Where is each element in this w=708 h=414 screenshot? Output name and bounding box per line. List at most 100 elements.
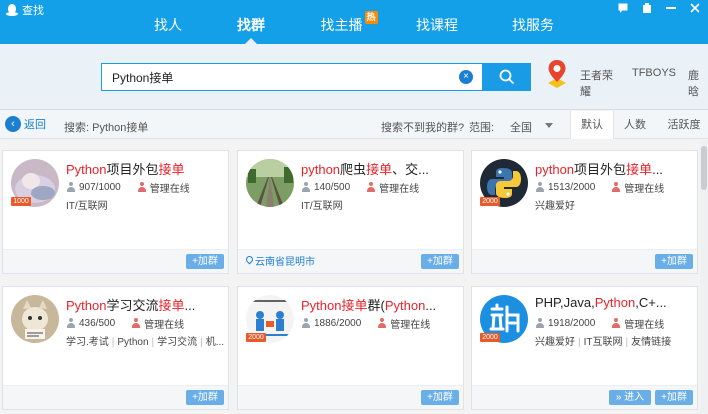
group-meta: 1886/2000 管理在线 bbox=[301, 316, 430, 331]
group-card[interactable]: 2000 Python接单群(Python... 1886/2000 管理在线 … bbox=[237, 286, 464, 410]
back-label: 返回 bbox=[24, 119, 46, 131]
group-tag[interactable]: 学习.考试 bbox=[66, 337, 109, 348]
group-tags: 兴趣爱好 bbox=[535, 197, 695, 212]
tab-find-streamers[interactable]: 找主播热 bbox=[318, 8, 380, 44]
group-meta: 1513/2000 管理在线 bbox=[535, 180, 665, 195]
search-button[interactable] bbox=[483, 63, 531, 91]
title-keyword-highlight: Python bbox=[594, 295, 636, 310]
group-location: 云南省昆明市 bbox=[246, 253, 315, 268]
search-icon bbox=[499, 69, 515, 85]
member-count: 140/500 bbox=[314, 181, 351, 193]
search-area: × 王者荣耀 TFBOYS 鹿晗 bbox=[0, 44, 708, 110]
title-keyword-highlight: 接单 bbox=[626, 162, 653, 177]
card-footer: +加群 bbox=[3, 249, 228, 273]
title-keyword-highlight: 接单 bbox=[366, 162, 393, 177]
group-meta: 140/500 管理在线 bbox=[301, 180, 419, 195]
not-found-link[interactable]: 搜索不到我的群? bbox=[381, 119, 464, 135]
admin-icon bbox=[611, 318, 621, 328]
map-pin-icon[interactable] bbox=[545, 59, 569, 89]
card-footer: » 进入 +加群 bbox=[472, 385, 697, 409]
filter-bar: ‹ 返回 搜索: Python接单 搜索不到我的群? 范围: 全国 默认 人数 … bbox=[0, 111, 708, 139]
tab-find-courses[interactable]: 找课程 bbox=[414, 8, 460, 44]
group-card[interactable]: 2000 python项目外包接单... 1513/2000 管理在线 兴趣爱好… bbox=[471, 150, 698, 274]
group-tag[interactable]: IT/互联网 bbox=[301, 201, 343, 212]
group-tag[interactable]: 学习交流 bbox=[157, 337, 197, 348]
group-tag[interactable]: IT互联网 bbox=[584, 337, 623, 348]
group-card[interactable]: Python学习交流接单... 436/500 管理在线 学习.考试 | Pytho… bbox=[2, 286, 229, 410]
back-arrow-icon: ‹ bbox=[5, 116, 21, 132]
sort-tab-members[interactable]: 人数 bbox=[615, 111, 655, 139]
title-keyword-highlight: Python bbox=[301, 298, 342, 313]
group-title[interactable]: Python接单群(Python... bbox=[301, 295, 459, 314]
admin-status: 管理在线 bbox=[624, 183, 665, 195]
group-tag[interactable]: Python bbox=[117, 337, 148, 348]
hot-word[interactable]: 鹿晗 bbox=[688, 67, 708, 99]
hot-badge: 热 bbox=[364, 11, 378, 24]
members-icon bbox=[535, 182, 545, 192]
search-input[interactable] bbox=[112, 64, 452, 90]
group-size-badge: 2000 bbox=[480, 197, 500, 206]
group-tag[interactable]: 机... bbox=[206, 337, 224, 348]
tab-find-groups[interactable]: 找群 bbox=[228, 8, 274, 44]
join-group-button[interactable]: +加群 bbox=[655, 254, 693, 269]
group-title[interactable]: Python项目外包接单 bbox=[66, 159, 224, 178]
group-size-badge: 1000 bbox=[11, 197, 31, 206]
title-text: ... bbox=[184, 298, 196, 313]
range-label: 范围: bbox=[469, 122, 495, 134]
enter-group-button[interactable]: » 进入 bbox=[609, 390, 651, 405]
group-card[interactable]: 2000 PHP,Java,Python,C+... 1918/2000 管理在… bbox=[471, 286, 698, 410]
card-footer: +加群 bbox=[238, 385, 463, 409]
sort-tab-activity[interactable]: 活跃度 bbox=[662, 111, 706, 139]
tab-find-services[interactable]: 找服务 bbox=[510, 8, 556, 44]
title-keyword-highlight: Python bbox=[66, 298, 107, 313]
group-avatar bbox=[246, 159, 294, 207]
group-tags: 学习.考试 | Python | 学习交流 | 机... bbox=[66, 333, 226, 348]
join-group-button[interactable]: +加群 bbox=[186, 254, 224, 269]
join-group-button[interactable]: +加群 bbox=[186, 390, 224, 405]
title-keyword-highlight: Python bbox=[384, 298, 426, 313]
group-title[interactable]: Python学习交流接单... bbox=[66, 295, 224, 314]
sort-tab-label: 默认 bbox=[581, 119, 603, 131]
tab-find-people[interactable]: 找人 bbox=[146, 8, 190, 44]
title-text: ... bbox=[425, 298, 437, 313]
scroll-thumb[interactable] bbox=[701, 146, 707, 190]
group-size-badge: 2000 bbox=[246, 333, 266, 342]
group-title[interactable]: python爬虫接单、交... bbox=[301, 159, 459, 178]
members-icon bbox=[301, 182, 311, 192]
sort-tab-default[interactable]: 默认 bbox=[570, 111, 614, 139]
sort-tab-label: 活跃度 bbox=[667, 119, 701, 131]
clear-icon[interactable]: × bbox=[459, 70, 473, 84]
card-footer: 云南省昆明市 +加群 bbox=[238, 249, 463, 273]
group-title[interactable]: PHP,Java,Python,C+... bbox=[535, 295, 693, 310]
members-icon bbox=[301, 318, 311, 328]
range-select[interactable]: 全国 bbox=[510, 119, 532, 135]
group-meta: 907/1000 管理在线 bbox=[66, 180, 190, 195]
hot-word[interactable]: TFBOYS bbox=[632, 67, 676, 99]
title-text: 项目外包 bbox=[106, 162, 159, 177]
group-title[interactable]: python项目外包接单... bbox=[535, 159, 693, 178]
title-text: ... bbox=[652, 162, 663, 177]
member-count: 907/1000 bbox=[79, 181, 121, 193]
join-group-button[interactable]: +加群 bbox=[421, 390, 459, 405]
title-keyword-highlight: python bbox=[301, 162, 341, 177]
top-bar: 查找 找人 找群 找主播热 找课程 找服务 bbox=[0, 0, 708, 44]
title-text: 群( bbox=[367, 298, 385, 313]
admin-status: 管理在线 bbox=[624, 319, 665, 331]
admin-icon bbox=[611, 182, 621, 192]
hot-word[interactable]: 王者荣耀 bbox=[580, 67, 620, 99]
member-count: 1886/2000 bbox=[314, 317, 362, 329]
back-button[interactable]: ‹ 返回 bbox=[5, 116, 46, 132]
group-tag[interactable]: 兴趣爱好 bbox=[535, 201, 575, 212]
group-tag[interactable]: 兴趣爱好 bbox=[535, 337, 575, 348]
tag-separator: | bbox=[151, 337, 155, 348]
group-tag[interactable]: IT/互联网 bbox=[66, 201, 108, 212]
group-tag[interactable]: 友情链接 bbox=[631, 337, 671, 348]
group-card[interactable]: 1000 Python项目外包接单 907/1000 管理在线 IT/互联网 +… bbox=[2, 150, 229, 274]
title-keyword-highlight: 接单 bbox=[158, 162, 185, 177]
title-text: 项目外包 bbox=[574, 162, 627, 177]
scrollbar[interactable] bbox=[700, 140, 708, 414]
group-card[interactable]: python爬虫接单、交... 140/500 管理在线 IT/互联网 云南省昆… bbox=[237, 150, 464, 274]
chevron-down-icon[interactable] bbox=[545, 123, 553, 128]
join-group-button[interactable]: +加群 bbox=[421, 254, 459, 269]
join-group-button[interactable]: +加群 bbox=[655, 390, 693, 405]
